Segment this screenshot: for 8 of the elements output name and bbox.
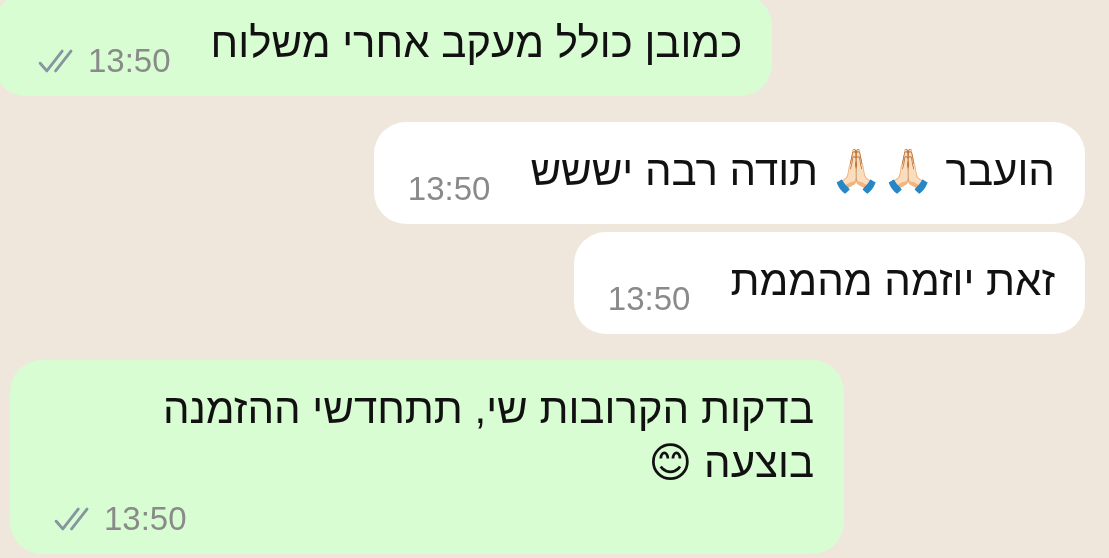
message-text: כמובן כולל מעקב אחרי משלוח [210,18,743,68]
message-time: 13:50 [407,170,491,208]
message-time: 13:50 [88,42,171,80]
message-time: 13:50 [104,500,187,538]
message-time: 13:50 [607,280,691,318]
message-text: הועבר 🙏🏻🙏🏻 תודה רבה יששש [530,146,1055,196]
message-text: זאת יוזמה מהממת [730,256,1055,306]
message-text: בדקות הקרובות שי, תתחדשי ההזמנה בוצעה 😊 [161,384,814,488]
